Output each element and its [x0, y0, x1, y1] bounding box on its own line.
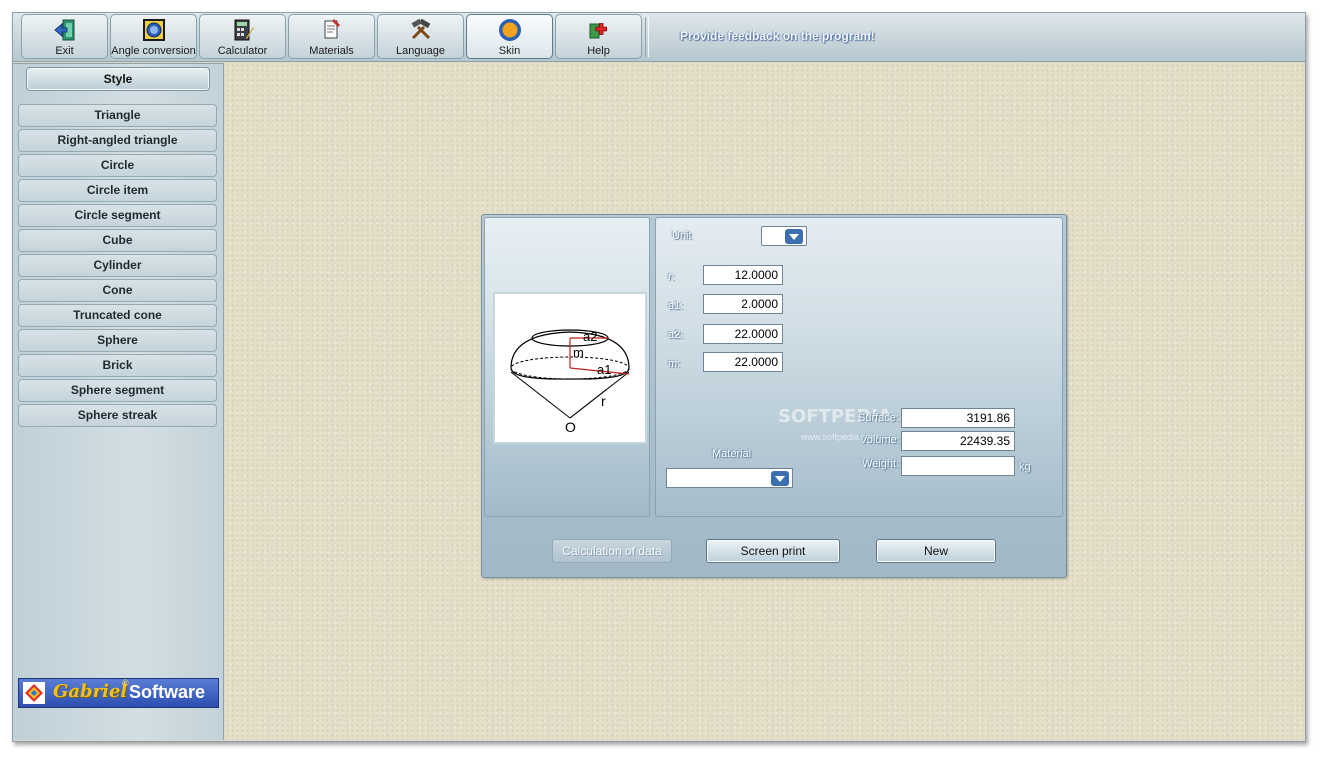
figure-label-a1: a1: [597, 362, 611, 377]
sidebar-item-right-angled-triangle[interactable]: Right-angled triangle: [18, 129, 217, 152]
a1-label: a1:: [668, 300, 684, 312]
figure-pane: a2 m a1 r O: [484, 217, 650, 517]
sidebar-item-circle-item[interactable]: Circle item: [18, 179, 217, 202]
feedback-link[interactable]: Provide feedback on the program!: [680, 29, 875, 43]
sidebar-item-circle-segment[interactable]: Circle segment: [18, 204, 217, 227]
toolbar-separator: [645, 17, 649, 57]
r-label: r:: [668, 271, 675, 283]
sidebar-item-sphere-streak[interactable]: Sphere streak: [18, 404, 217, 427]
angle-icon: [143, 19, 165, 41]
material-label: Material: [712, 448, 752, 460]
chevron-down-icon: [785, 229, 803, 244]
tools-icon: [411, 18, 431, 40]
style-button[interactable]: Style: [26, 67, 210, 91]
help-label: Help: [587, 45, 610, 57]
sidebar-item-truncated-cone[interactable]: Truncated cone: [18, 304, 217, 327]
new-button[interactable]: New: [876, 539, 996, 563]
a2-label: a2:: [668, 329, 684, 341]
sidebar-item-sphere-segment[interactable]: Sphere segment: [18, 379, 217, 402]
angle-conversion-label: Angle conversion: [111, 45, 196, 57]
r-input[interactable]: 12.0000: [703, 265, 783, 285]
exit-label: Exit: [55, 45, 74, 57]
sidebar-item-circle[interactable]: Circle: [18, 154, 217, 177]
screen-print-button[interactable]: Screen print: [706, 539, 840, 563]
m-input[interactable]: 22.0000: [703, 352, 783, 372]
unit-label: Unit: [672, 230, 692, 242]
calculator-button[interactable]: Calculator: [199, 14, 286, 59]
figure-label-m: m: [573, 345, 584, 360]
sidebar-item-sphere[interactable]: Sphere: [18, 329, 217, 352]
m-label: m:: [668, 358, 681, 370]
skin-button[interactable]: Skin: [466, 14, 553, 59]
figure-label-a2: a2: [583, 329, 597, 344]
a2-input[interactable]: 22.0000: [703, 324, 783, 344]
weight-value: [901, 456, 1015, 476]
material-dropdown[interactable]: [666, 468, 793, 488]
input-pane: Unit r: 12.0000 a1: 2.0000 a2: 22.0000 m…: [655, 217, 1063, 517]
toolbar: Exit Angle conversion Calculator Materia…: [13, 13, 1305, 62]
calculation-of-data-button[interactable]: Calculation of data: [552, 539, 672, 563]
materials-icon: [324, 19, 340, 39]
app-window: Exit Angle conversion Calculator Materia…: [12, 12, 1306, 742]
sidebar-item-cylinder[interactable]: Cylinder: [18, 254, 217, 277]
sidebar-item-cube[interactable]: Cube: [18, 229, 217, 252]
exit-door-icon: [54, 19, 75, 41]
materials-label: Materials: [309, 45, 354, 57]
brand-name-software: Software: [129, 682, 206, 702]
sidebar-item-brick[interactable]: Brick: [18, 354, 217, 377]
exit-button[interactable]: Exit: [21, 14, 108, 59]
surface-value: 3191.86: [901, 408, 1015, 428]
weight-unit-label: kg: [1019, 461, 1031, 473]
sphere-streak-dialog: a2 m a1 r O Unit r: 12.0000 a1: 2.0000 a: [481, 214, 1067, 578]
volume-value: 22439.35: [901, 431, 1015, 451]
dialog-button-bar: Calculation of data Screen print New: [484, 520, 1064, 574]
figure-label-r: r: [601, 393, 606, 409]
a1-input[interactable]: 2.0000: [703, 294, 783, 314]
unit-dropdown[interactable]: [761, 226, 807, 246]
skin-label: Skin: [498, 45, 521, 57]
help-button[interactable]: Help: [555, 14, 642, 59]
brand-logo-icon: [23, 682, 45, 704]
materials-button[interactable]: Materials: [288, 14, 375, 59]
sidebar: Style Triangle Right-angled triangle Cir…: [13, 63, 224, 740]
language-button[interactable]: Language: [377, 14, 464, 59]
sidebar-item-cone[interactable]: Cone: [18, 279, 217, 302]
calculator-icon: [234, 19, 254, 41]
sphere-streak-diagram: a2 m a1 r O: [510, 329, 630, 435]
sidebar-item-triangle[interactable]: Triangle: [18, 104, 217, 127]
gabriel-software-logo: Gabriel ® Software: [18, 678, 219, 708]
help-icon: [589, 23, 608, 39]
surface-label: Surface:: [858, 412, 899, 424]
language-label: Language: [396, 45, 445, 57]
chevron-down-icon: [771, 471, 789, 486]
skin-icon: [499, 19, 521, 41]
calculator-label: Calculator: [217, 45, 268, 57]
weight-label: Weight:: [862, 458, 900, 470]
figure-label-origin: O: [565, 419, 576, 435]
brand-registered-mark: ®: [122, 678, 129, 688]
brand-name-gabriel: Gabriel: [53, 681, 128, 702]
volume-label: Volume:: [860, 434, 900, 446]
sphere-streak-figure: a2 m a1 r O: [493, 292, 647, 444]
angle-conversion-button[interactable]: Angle conversion: [110, 14, 197, 59]
